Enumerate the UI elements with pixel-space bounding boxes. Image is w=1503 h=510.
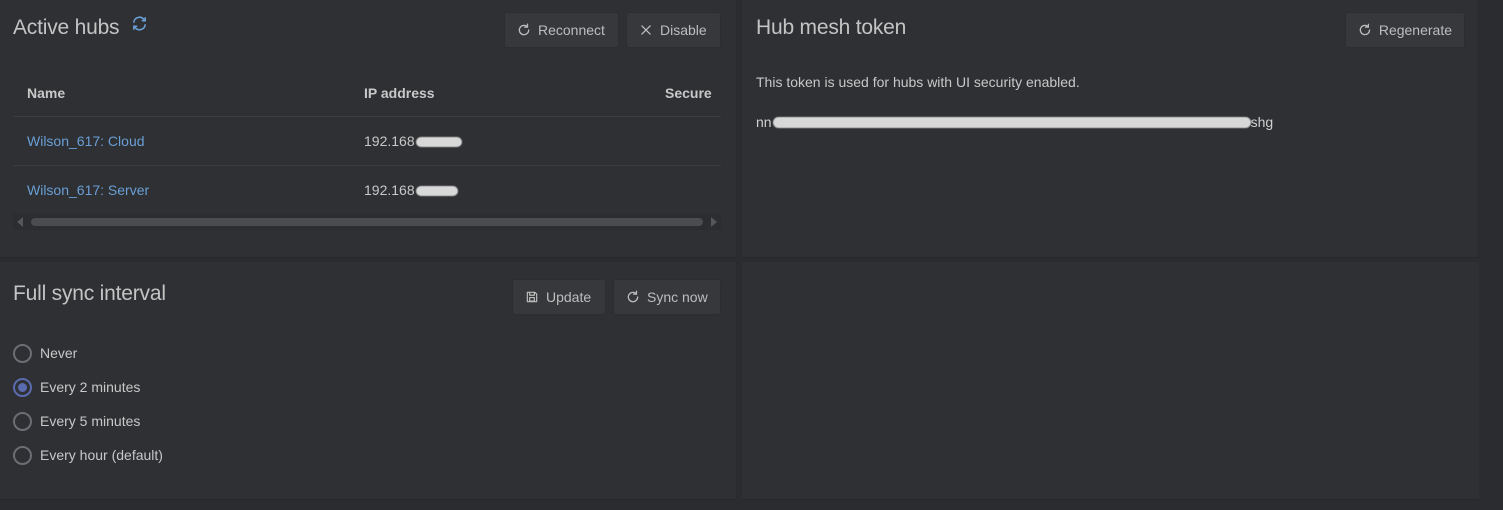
- redacted-mark: [415, 137, 462, 148]
- radio-option-every-2-minutes[interactable]: Every 2 minutes: [13, 370, 163, 404]
- column-header-ip[interactable]: IP address: [364, 85, 665, 101]
- token-value[interactable]: nn shg: [756, 114, 1273, 130]
- redacted-mark: [415, 186, 458, 197]
- scroll-left-icon[interactable]: [17, 217, 23, 227]
- radio-option-every-5-minutes[interactable]: Every 5 minutes: [13, 404, 163, 438]
- table-row: Wilson_617: Server 192.168: [13, 166, 721, 215]
- hub-ip: 192.168: [364, 133, 415, 149]
- hub-name-link[interactable]: Wilson_617: Server: [27, 182, 149, 198]
- token-title: Hub mesh token: [756, 16, 907, 39]
- hub-name-link[interactable]: Wilson_617: Cloud: [27, 133, 145, 149]
- empty-panel: [742, 262, 1479, 500]
- table-horizontal-scrollbar[interactable]: [13, 214, 721, 230]
- scroll-thumb[interactable]: [31, 218, 703, 226]
- table-row: Wilson_617: Cloud 192.168: [13, 117, 721, 166]
- save-icon: [526, 291, 538, 303]
- sync-title: Full sync interval: [13, 282, 166, 305]
- sync-now-button[interactable]: Sync now: [613, 279, 721, 315]
- radio-option-never[interactable]: Never: [13, 336, 163, 370]
- column-header-name[interactable]: Name: [13, 85, 364, 101]
- reload-icon: [518, 23, 530, 36]
- scroll-right-icon[interactable]: [711, 217, 717, 227]
- hub-ip: 192.168: [364, 182, 415, 198]
- reconnect-button[interactable]: Reconnect: [504, 12, 619, 48]
- reload-icon: [627, 290, 639, 303]
- active-hubs-card: Active hubs Reconnect Disable Name IP ad…: [0, 0, 736, 258]
- hubs-table: Name IP address Secure Wilson_617: Cloud…: [13, 70, 721, 215]
- token-description: This token is used for hubs with UI secu…: [756, 74, 1080, 90]
- table-header: Name IP address Secure: [13, 70, 721, 117]
- sync-interval-options: Never Every 2 minutes Every 5 minutes Ev…: [13, 336, 163, 472]
- close-icon: [641, 25, 651, 35]
- radio-button[interactable]: [13, 343, 32, 363]
- radio-button[interactable]: [13, 411, 32, 431]
- column-header-secure[interactable]: Secure: [665, 85, 721, 101]
- radio-button-selected[interactable]: [13, 377, 32, 397]
- radio-button[interactable]: [13, 445, 32, 465]
- redacted-mark: [772, 116, 1251, 128]
- reload-icon: [1359, 23, 1371, 36]
- regenerate-button[interactable]: Regenerate: [1345, 12, 1465, 48]
- update-button[interactable]: Update: [512, 279, 606, 315]
- full-sync-interval-card: Full sync interval Update Sync now Never…: [0, 262, 736, 500]
- disable-button[interactable]: Disable: [626, 12, 721, 48]
- active-hubs-title: Active hubs: [13, 16, 148, 40]
- refresh-icon[interactable]: [131, 14, 148, 38]
- radio-option-every-hour[interactable]: Every hour (default): [13, 438, 163, 472]
- hub-mesh-token-card: Hub mesh token Regenerate This token is …: [742, 0, 1479, 258]
